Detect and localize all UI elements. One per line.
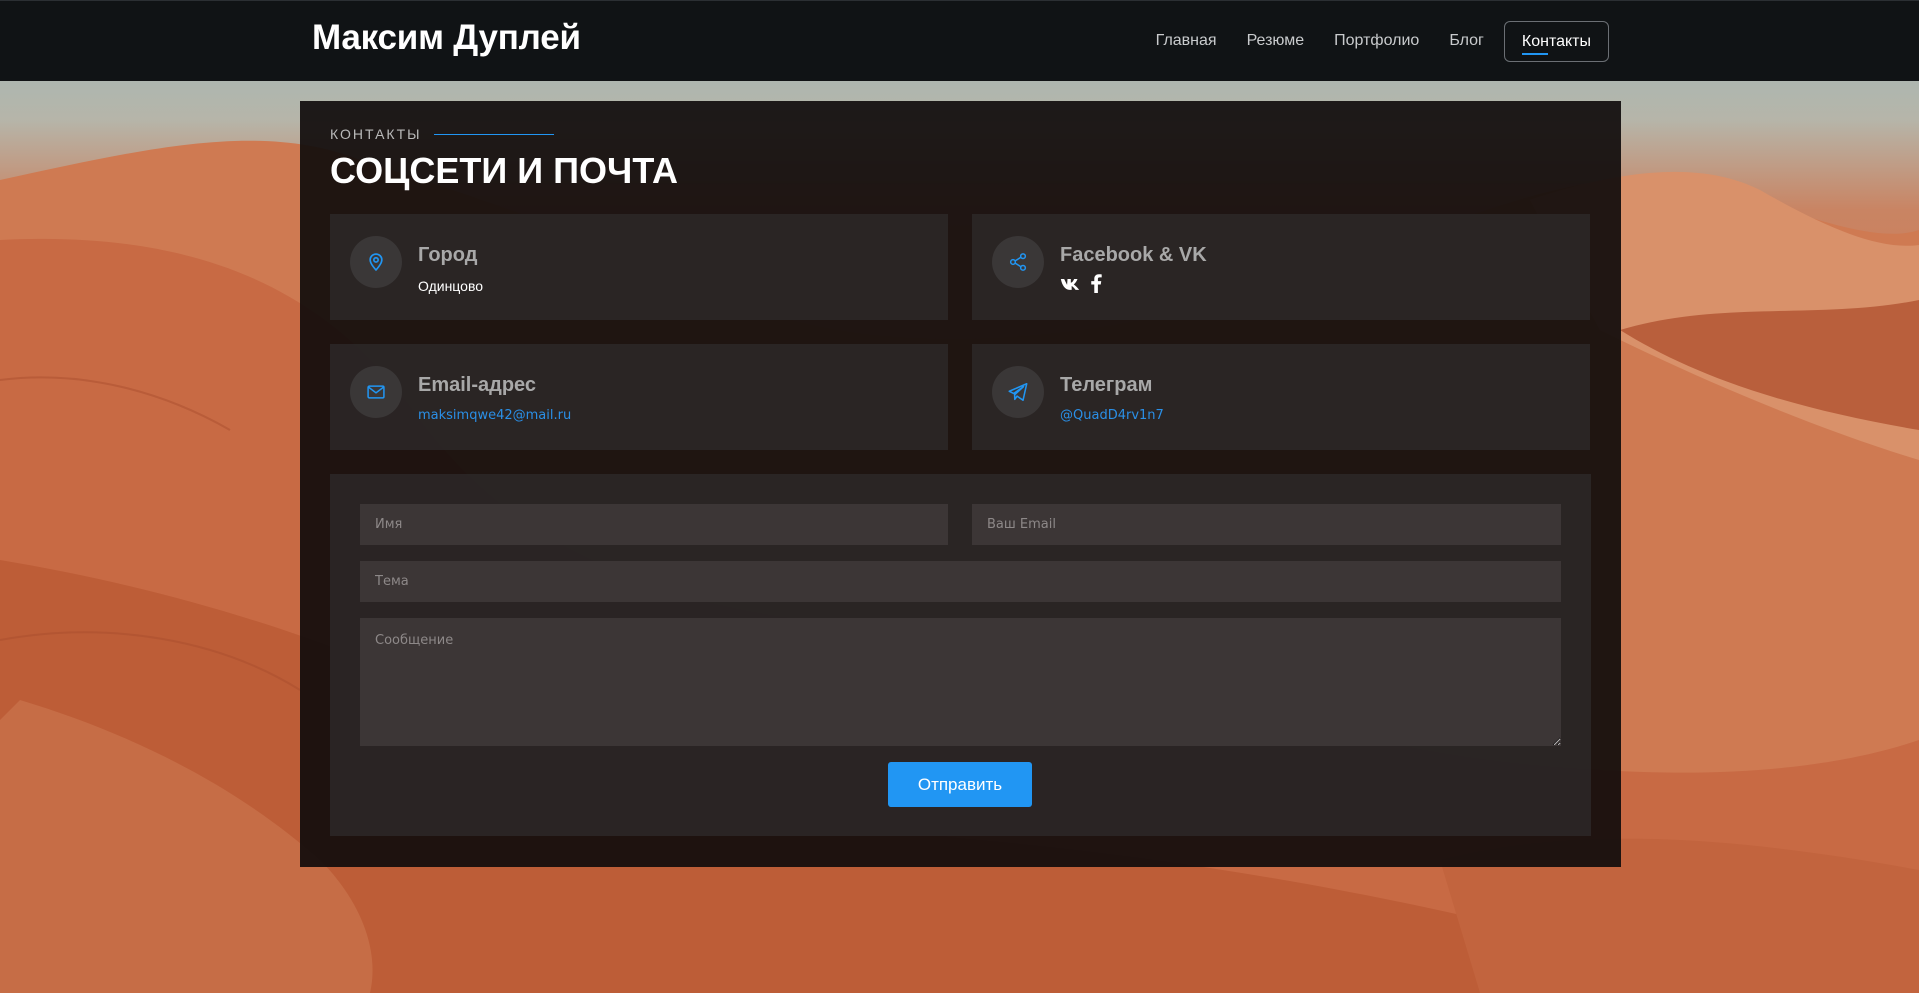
telegram-title: Телеграм [1060,374,1153,396]
email-input[interactable] [972,504,1561,545]
social-card: Facebook & VK [972,214,1590,320]
city-value: Одинцово [418,278,484,294]
telegram-card: Телеграм @QuadD4rv1n7 [972,344,1590,450]
vk-icon[interactable] [1060,277,1080,297]
social-links [1060,274,1112,299]
telegram-link[interactable]: @QuadD4rv1n7 [1060,408,1164,423]
section-label-underline [433,133,554,135]
nav-link-resume[interactable]: Резюме [1247,21,1305,62]
map-pin-icon [369,253,383,272]
icon-circle [350,366,402,418]
city-card: Город Одинцово [330,214,948,320]
subject-input[interactable] [360,561,1561,602]
section-label: КОНТАКТЫ [330,126,554,142]
email-link[interactable]: maksimqwe42@mail.ru [418,408,571,423]
section-label-text: КОНТАКТЫ [330,126,422,142]
email-card: Email-адрес maksimqwe42@mail.ru [330,344,948,450]
nav-link-home[interactable]: Главная [1156,21,1217,62]
social-title: Facebook & VK [1060,244,1207,266]
icon-circle [992,236,1044,288]
mail-icon [367,385,385,399]
share-icon [1009,253,1027,271]
facebook-icon[interactable] [1090,274,1102,299]
submit-button[interactable]: Отправить [888,762,1032,807]
icon-circle [992,366,1044,418]
nav-link-contacts[interactable]: Контакты [1503,21,1609,62]
city-title: Город [418,244,478,266]
nav-link-portfolio[interactable]: Портфолио [1334,21,1419,62]
icon-circle [350,236,402,288]
nav-link-blog[interactable]: Блог [1449,21,1484,62]
site-header: Максим Дуплей Главная Резюме Портфолио Б… [0,0,1919,81]
name-input[interactable] [360,504,948,545]
site-logo[interactable]: Максим Дуплей [312,18,581,58]
email-title: Email-адрес [418,374,537,396]
section-title: СОЦСЕТИ И ПОЧТА [330,150,679,191]
telegram-icon [1008,382,1028,402]
page: Максим Дуплей Главная Резюме Портфолио Б… [0,0,1919,993]
main-nav: Главная Резюме Портфолио Блог Контакты [1126,21,1609,62]
message-textarea[interactable] [360,618,1561,746]
